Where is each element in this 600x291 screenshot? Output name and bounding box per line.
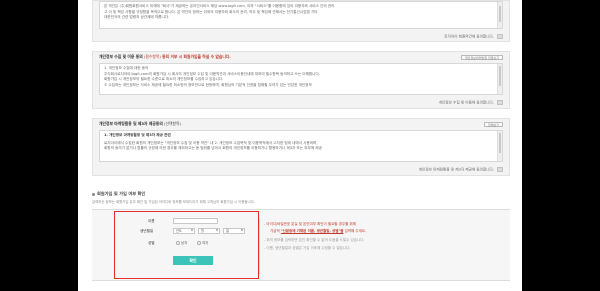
birth-day-select[interactable]: 일 ▼ bbox=[223, 228, 245, 234]
verify-note: - 위의 정보를 입력하면 본인 확인할 수 없어 도움을 드릴수 있습니다. bbox=[264, 238, 365, 242]
chevron-down-icon: ▼ bbox=[241, 229, 243, 232]
privacy-agree-checkbox[interactable] bbox=[497, 100, 503, 105]
verify-note-emphasis: 가급적 "신분증에 기재된 이름, 생년월일, 성별"을 입력해 주세요. bbox=[270, 229, 367, 233]
chevron-down-icon: ▼ bbox=[191, 229, 193, 232]
verify-note: - 이름, 생년월일과 성별은 가입 이후에 수정할 수 없습니다. bbox=[264, 246, 351, 250]
radio-icon bbox=[197, 241, 201, 245]
gender-label: 성별 bbox=[148, 241, 155, 245]
terms-agree-checkbox[interactable] bbox=[497, 34, 503, 39]
marketing-optional-tag: (선택항목) bbox=[164, 121, 181, 126]
terms-textarea[interactable]: 본 약관은 (주)회원회원서비스 미래에 "회사"가 제공하는 온라인서비스 해… bbox=[99, 1, 503, 29]
privacy-line: ② 수집하는 개인정보는 서비스 제공에 필요한 최소한의 정보만으로 한정하며… bbox=[104, 82, 312, 87]
privacy-hint: 동의 거부 시 회원가입을 하실 수 없습니다. bbox=[162, 54, 231, 59]
birth-label: 생년월일 bbox=[140, 229, 154, 233]
privacy-agree[interactable]: 개인정보 수집 및 이용에 동의합니다. bbox=[439, 100, 503, 106]
privacy-section: 개인정보 수집 및 이용 동의 (필수항목) 동의 거부 시 회원가입을 하실 … bbox=[92, 51, 510, 109]
gender-male-radio[interactable]: 남자 bbox=[176, 240, 187, 245]
terms-scrollbar[interactable] bbox=[497, 2, 502, 28]
bullet-icon bbox=[92, 192, 95, 196]
marketing-agree[interactable]: 개인정보 마케팅활용 및 제3자 제공에 동의합니다. bbox=[419, 167, 503, 173]
radio-icon bbox=[176, 241, 180, 245]
privacy-scrollbar[interactable] bbox=[497, 64, 502, 94]
verify-description: 입력하신 정보는 회원가입 유무 확인 및 가입된 아이디와 정보를 보여드리기… bbox=[92, 200, 255, 204]
name-label: 이름 bbox=[148, 219, 155, 223]
marketing-section: 개인정보 마케팅활용 및 제3자 제공동의 (선택항목) 전체보기 1. 개인정… bbox=[92, 118, 510, 176]
divider bbox=[259, 218, 260, 274]
marketing-agree-label: 개인정보 마케팅활용 및 제3자 제공에 동의합니다. bbox=[418, 167, 494, 172]
marketing-line: 회원의 동의가 없거나 법률의 규정에 의한 경우를 제외하고는 동 범위를 넘… bbox=[104, 146, 322, 150]
terms-section: 본 약관은 (주)회원회원서비스 미래에 "회사"가 제공하는 온라인서비스 해… bbox=[92, 0, 510, 42]
verify-note: - 아이디/비밀번호 분실 및 본인여부 확인이 필요할 경우를 위해 bbox=[264, 222, 356, 226]
marketing-textarea[interactable]: 1. 개인정보 마케팅활용 및 제3자 제공 관련 로지아이에서 수집한 회원의… bbox=[99, 130, 503, 162]
signup-page: 본 약관은 (주)회원회원서비스 미래에 "회사"가 제공하는 온라인서비스 해… bbox=[78, 0, 522, 291]
confirm-button[interactable]: 확인 bbox=[173, 256, 213, 265]
privacy-agree-label: 개인정보 수집 및 이용에 동의합니다. bbox=[438, 100, 494, 105]
chevron-down-icon: ▼ bbox=[216, 229, 218, 232]
gender-female-radio[interactable]: 여자 bbox=[197, 240, 208, 245]
marketing-title: 개인정보 마케팅활용 및 제3자 제공동의 bbox=[99, 121, 163, 126]
privacy-title: 개인정보 수집 및 이용 동의 bbox=[99, 54, 143, 59]
marketing-scrollbar[interactable] bbox=[497, 131, 502, 161]
name-input[interactable] bbox=[173, 218, 218, 224]
marketing-agree-checkbox[interactable] bbox=[497, 167, 503, 172]
privacy-fulltext-button[interactable]: 개인정보처리방침 전문보기 bbox=[460, 55, 503, 60]
terms-agree-label: 로지아이 회원약관에 동의합니다. bbox=[444, 34, 494, 39]
terms-line: 대한민국의 관련 법령과 상관례에 따릅니다. bbox=[104, 15, 170, 19]
privacy-header: 개인정보 수집 및 이용 동의 (필수항목) 동의 거부 시 회원가입을 하실 … bbox=[99, 54, 231, 60]
terms-agree[interactable]: 로지아이 회원약관에 동의합니다. bbox=[444, 34, 503, 40]
birth-month-select[interactable]: 월 ▼ bbox=[198, 228, 220, 234]
birth-year-select[interactable]: 년도 ▼ bbox=[173, 228, 195, 234]
privacy-textarea[interactable]: 1. 개인정보 수집에 대한 동의 주식회사로지아이(logit.com의 회원… bbox=[99, 63, 503, 95]
marketing-fulltext-button[interactable]: 전체보기 bbox=[483, 122, 503, 127]
verify-title: 회원가입 및 가입 여부 확인 bbox=[92, 191, 145, 197]
privacy-required-tag: (필수항목) bbox=[143, 54, 161, 59]
marketing-header: 개인정보 마케팅활용 및 제3자 제공동의 (선택항목) bbox=[99, 121, 181, 127]
